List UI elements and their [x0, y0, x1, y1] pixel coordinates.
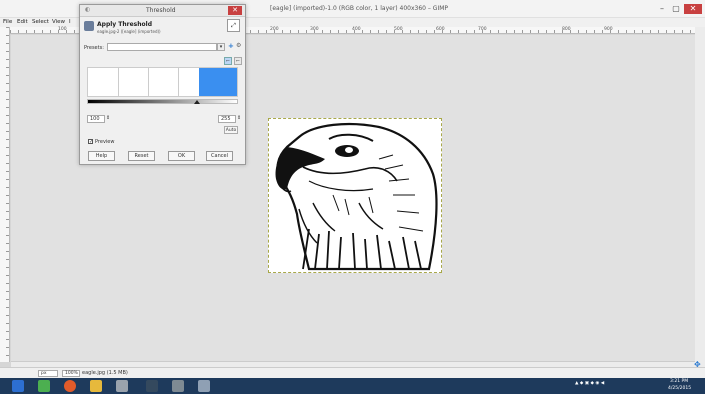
histogram[interactable]	[87, 67, 238, 97]
high-threshold-input[interactable]: 255	[218, 115, 236, 123]
histogram-gridline	[178, 68, 179, 96]
value-gradient	[87, 99, 238, 104]
shield-icon[interactable]	[116, 380, 128, 392]
pin-icon[interactable]: ⤢	[227, 19, 240, 32]
gimp-small-icon: ◐	[85, 6, 91, 13]
start-icon[interactable]	[12, 380, 24, 392]
maximize-button[interactable]: ▢	[670, 4, 682, 14]
window-title: [eagle] (imported)-1.0 (RGB color, 1 lay…	[270, 5, 449, 12]
presets-combo[interactable]	[107, 43, 217, 51]
menu-image[interactable]: I	[69, 19, 71, 25]
store-icon[interactable]	[38, 380, 50, 392]
clock-time[interactable]: 3:21 PM	[670, 379, 688, 384]
reset-button[interactable]: Reset	[128, 151, 155, 161]
cancel-button[interactable]: Cancel	[206, 151, 233, 161]
ruler-tick: 300	[310, 27, 319, 32]
auto-button[interactable]: Auto	[224, 126, 238, 134]
vertical-ruler[interactable]	[0, 27, 10, 362]
dialog-title: Threshold	[146, 7, 176, 14]
preset-menu-icon[interactable]: ⚙	[236, 42, 241, 49]
gimp-icon[interactable]	[172, 380, 184, 392]
menu-edit[interactable]: Edit	[17, 19, 28, 25]
ruler-tick: 400	[352, 27, 361, 32]
minimize-button[interactable]: –	[656, 4, 668, 14]
checkbox-icon[interactable]: ✓	[88, 139, 93, 145]
preview-checkbox[interactable]: ✓ Preview	[88, 139, 114, 145]
chevron-down-icon[interactable]: ▾	[217, 43, 225, 51]
menu-view[interactable]: View	[52, 19, 65, 25]
threshold-dialog: ◐ Threshold ✕ Apply Threshold eagle.jpg-…	[79, 4, 246, 165]
file-info: eagle.jpg (1.5 MB)	[82, 370, 128, 376]
threshold-icon	[84, 21, 94, 31]
firefox-icon[interactable]	[64, 380, 76, 392]
dialog-titlebar[interactable]: ◐ Threshold ✕	[80, 5, 245, 17]
media-icon[interactable]	[146, 380, 158, 392]
status-bar: px 100% eagle.jpg (1.5 MB)	[0, 367, 705, 378]
histogram-gridline	[118, 68, 119, 96]
unit-select[interactable]: px	[38, 370, 58, 377]
tray-icons[interactable]: ▲ ◆ ▣ ◆ ◉ ◀	[575, 381, 604, 386]
low-threshold-input[interactable]: 100	[87, 115, 105, 123]
eagle-image	[275, 122, 438, 271]
ruler-tick: 800	[562, 27, 571, 32]
menu-select[interactable]: Select	[32, 19, 49, 25]
ruler-tick: 700	[478, 27, 487, 32]
app-icon[interactable]	[198, 380, 210, 392]
high-spin-icon[interactable]: ⇕	[237, 115, 241, 121]
low-spin-icon[interactable]: ⇕	[106, 115, 110, 121]
linear-histogram-icon[interactable]: ⌐	[224, 57, 232, 65]
vertical-scrollbar[interactable]	[695, 27, 705, 367]
close-button[interactable]: ✕	[684, 4, 702, 14]
dialog-heading: Apply Threshold	[97, 21, 152, 28]
presets-label: Presets:	[84, 45, 104, 51]
ruler-tick: 900	[604, 27, 613, 32]
threshold-slider-handle[interactable]	[194, 100, 200, 104]
ruler-tick: 100	[58, 27, 67, 32]
taskbar: ▲ ◆ ▣ ◆ ◉ ◀ 3:21 PM 4/25/2015	[0, 378, 705, 394]
ruler-tick: 500	[394, 27, 403, 32]
zoom-select[interactable]: 100%	[62, 370, 80, 377]
log-histogram-icon[interactable]: ⌐	[234, 57, 242, 65]
menu-file[interactable]: File	[3, 19, 12, 25]
dialog-subheading: eagle.jpg-2 ([eagle] (imported))	[97, 29, 161, 34]
image-canvas[interactable]	[268, 118, 442, 273]
add-preset-icon[interactable]: +	[228, 42, 234, 50]
folder-icon[interactable]	[90, 380, 102, 392]
dialog-close-button[interactable]: ✕	[228, 6, 242, 15]
preview-label: Preview	[95, 139, 115, 145]
ruler-tick: 200	[270, 27, 279, 32]
histogram-gridline	[148, 68, 149, 96]
ok-button[interactable]: OK	[168, 151, 195, 161]
clock-date: 4/25/2015	[668, 386, 692, 391]
threshold-range[interactable]	[199, 68, 237, 96]
help-button[interactable]: Help	[88, 151, 115, 161]
ruler-tick: 600	[436, 27, 445, 32]
